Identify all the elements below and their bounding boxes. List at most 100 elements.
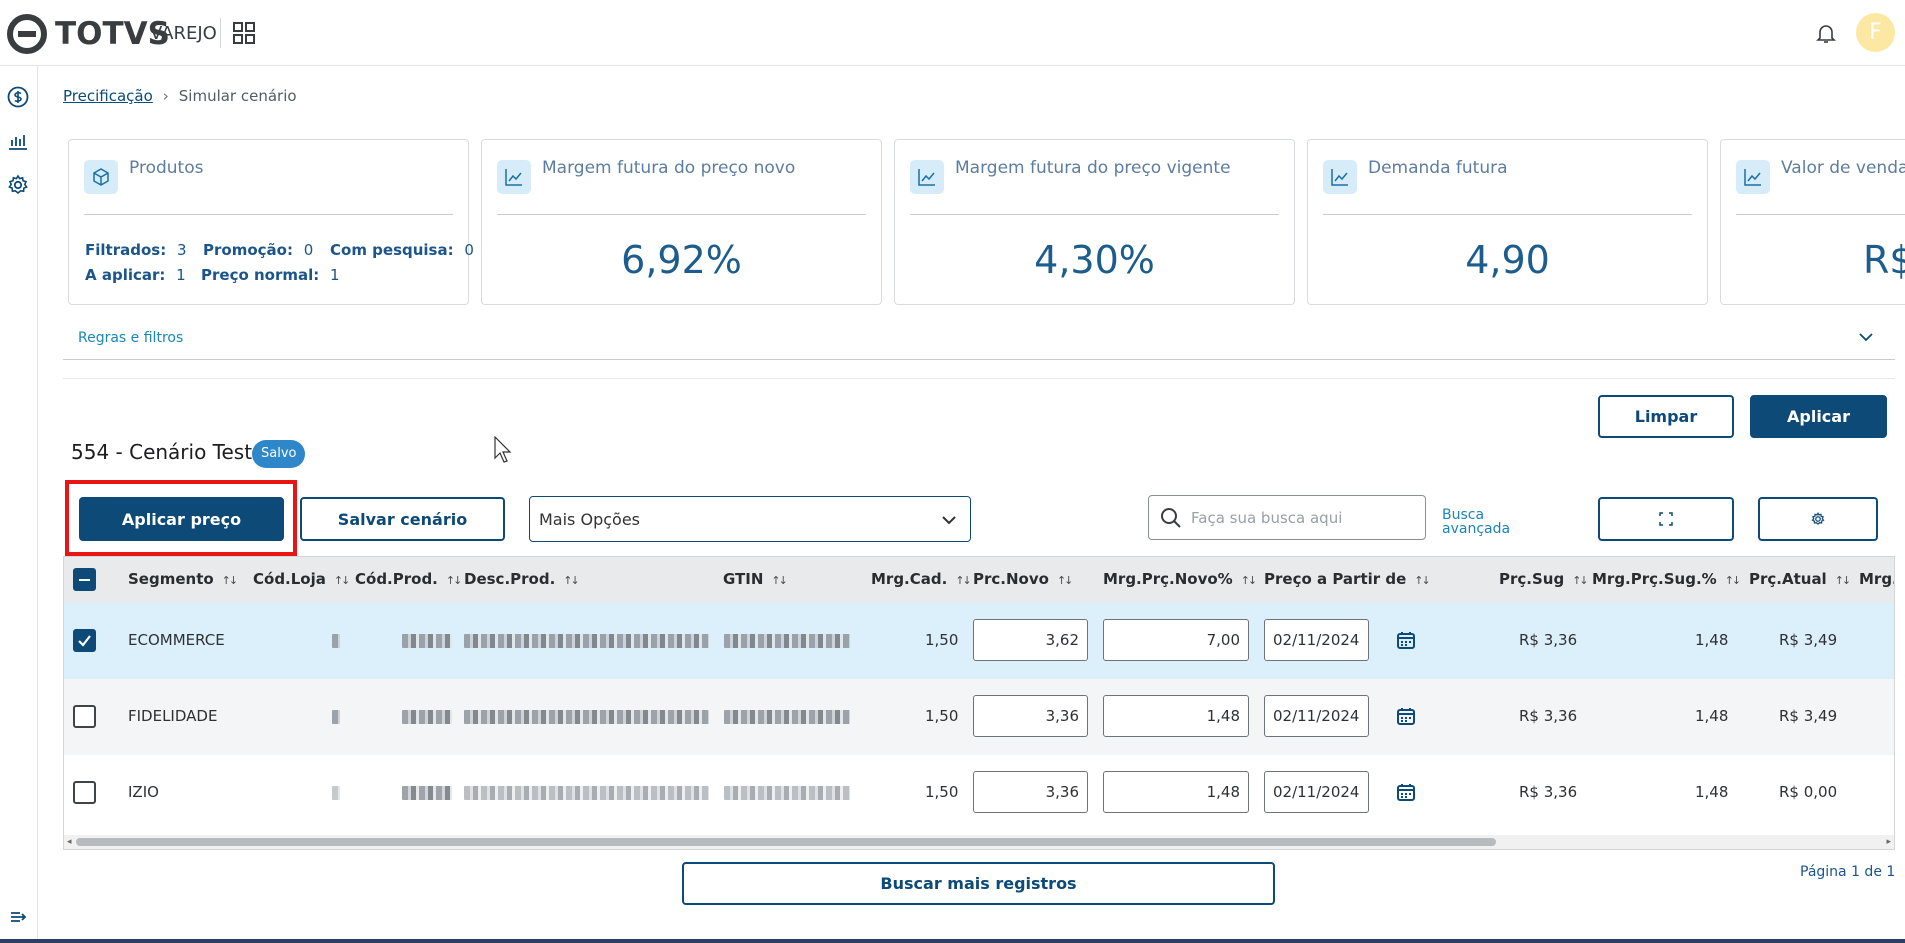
- cell-product-redacted: [402, 710, 452, 724]
- rules-divider: [63, 359, 1895, 360]
- scroll-right-arrow-icon[interactable]: ▸: [1886, 837, 1891, 847]
- card-demand-value: 4,90: [1465, 238, 1550, 282]
- col-prc-sug[interactable]: Prç.Sug ↑↓: [1499, 570, 1589, 588]
- settings-gear-icon[interactable]: [7, 174, 29, 196]
- brand-subtitle: VAREJO: [150, 23, 217, 44]
- chevron-down-icon: [942, 516, 956, 525]
- cell-mrg-cad: 1,50: [925, 707, 959, 725]
- row-checkbox[interactable]: [73, 705, 96, 728]
- search-input[interactable]: [1191, 504, 1417, 532]
- cell-mrg-sug: 1,48: [1695, 631, 1729, 649]
- col-prc-new[interactable]: Prc.Novo ↑↓: [973, 570, 1073, 588]
- sidebar: [0, 66, 38, 943]
- table-row[interactable]: FIDELIDADE 1,50 3,36 1,48 02/11/2024 R$ …: [64, 679, 1894, 755]
- table-header: Segmento ↑↓ Cód.Loja ↑↓ Cód.Prod. ↑↓ Desc.P…: [64, 557, 1894, 603]
- chevron-down-icon[interactable]: [1857, 328, 1875, 346]
- card-margin-current: Margem futura do preço vigente 4,30%: [894, 139, 1295, 305]
- apps-grid-icon[interactable]: [233, 22, 255, 44]
- col-mrg-sug[interactable]: Mrg.Prç.Sug.% ↑↓: [1592, 570, 1741, 588]
- mrg-new-input[interactable]: 7,00: [1103, 619, 1249, 661]
- save-scenario-button[interactable]: Salvar cenário: [300, 497, 505, 541]
- calendar-icon[interactable]: [1396, 630, 1416, 650]
- card-divider: [1323, 214, 1692, 215]
- cell-desc-redacted: [464, 786, 709, 800]
- apply-button[interactable]: Aplicar: [1750, 395, 1887, 438]
- breadcrumb: Precificação › Simular cenário: [63, 86, 297, 106]
- table-settings-button[interactable]: [1758, 497, 1878, 541]
- scrollbar-thumb[interactable]: [76, 838, 1496, 846]
- box-icon: [84, 160, 118, 194]
- cell-product-redacted: [402, 634, 452, 648]
- col-mrg-cut[interactable]: Mrg.I: [1859, 570, 1894, 588]
- table-row[interactable]: ECOMMERCE 1,50 3,62 7,00 02/11/2024 R$ 3…: [64, 603, 1894, 679]
- row-checkbox[interactable]: [73, 629, 96, 652]
- horizontal-scrollbar[interactable]: ◂ ▸: [64, 835, 1894, 849]
- cell-store-redacted: [332, 786, 340, 800]
- prc-new-input[interactable]: 3,36: [973, 695, 1088, 737]
- calendar-icon[interactable]: [1396, 706, 1416, 726]
- row-checkbox[interactable]: [73, 781, 96, 804]
- load-more-button[interactable]: Buscar mais registros: [682, 862, 1275, 905]
- cell-segment: FIDELIDADE: [128, 707, 218, 725]
- fullscreen-button[interactable]: [1598, 497, 1734, 541]
- trend-chart-icon: [1323, 160, 1357, 194]
- col-mrg-new[interactable]: Mrg.Prç.Novo% ↑↓: [1103, 570, 1257, 588]
- cell-segment: ECOMMERCE: [128, 631, 225, 649]
- stat-to-apply: A aplicar: 1: [85, 266, 186, 284]
- cell-gtin-redacted: [724, 786, 850, 800]
- more-options-value: Mais Opções: [539, 510, 640, 529]
- section-divider: [63, 378, 1895, 379]
- stat-research: Com pesquisa: 0: [330, 241, 474, 259]
- rules-filters-toggle[interactable]: Regras e filtros: [78, 330, 183, 346]
- col-mrg-cad[interactable]: Mrg.Cad. ↑↓: [871, 570, 972, 588]
- stat-normal-price: Preço normal: 1: [201, 266, 340, 284]
- date-input[interactable]: 02/11/2024: [1264, 619, 1369, 661]
- user-avatar[interactable]: F: [1856, 13, 1895, 52]
- col-product[interactable]: Cód.Prod. ↑↓: [355, 570, 462, 588]
- breadcrumb-chevron-icon: ›: [162, 87, 169, 105]
- card-divider: [84, 214, 453, 215]
- mrg-new-input[interactable]: 1,48: [1103, 771, 1249, 813]
- col-store[interactable]: Cód.Loja ↑↓: [253, 570, 350, 588]
- col-prc-cur[interactable]: Prç.Atual ↑↓: [1749, 570, 1851, 588]
- mrg-new-input[interactable]: 1,48: [1103, 695, 1249, 737]
- mouse-cursor-icon: [494, 436, 512, 463]
- bottom-bar: [0, 939, 1905, 943]
- calendar-icon[interactable]: [1396, 782, 1416, 802]
- prc-new-input[interactable]: 3,62: [973, 619, 1088, 661]
- card-products: Produtos Filtrados: 3 Promoção: 0 Com pe…: [68, 139, 474, 305]
- card-sales-title: Valor de venda: [1781, 158, 1905, 178]
- cell-mrg-cad: 1,50: [925, 631, 959, 649]
- advanced-search-link[interactable]: Busca avançada: [1442, 508, 1532, 536]
- stat-promo: Promoção: 0: [203, 241, 314, 259]
- scroll-left-arrow-icon[interactable]: ◂: [67, 837, 72, 847]
- app-header: TOTVS VAREJO F: [0, 0, 1905, 66]
- date-input[interactable]: 02/11/2024: [1264, 695, 1369, 737]
- totvs-logo-icon[interactable]: [7, 14, 47, 54]
- breadcrumb-pricing-link[interactable]: Precificação: [63, 87, 153, 105]
- trend-chart-icon: [1736, 160, 1770, 194]
- search-icon: [1161, 508, 1181, 528]
- cell-prc-cur: R$ 3,49: [1779, 707, 1838, 725]
- apply-price-button[interactable]: Aplicar preço: [79, 497, 284, 541]
- table-row[interactable]: IZIO 1,50 3,36 1,48 02/11/2024 R$ 3,36 1…: [64, 755, 1894, 831]
- card-divider: [910, 214, 1279, 215]
- col-gtin[interactable]: GTIN ↑↓: [723, 570, 788, 588]
- date-input[interactable]: 02/11/2024: [1264, 771, 1369, 813]
- cell-desc-redacted: [464, 634, 709, 648]
- clear-button[interactable]: Limpar: [1598, 395, 1734, 438]
- card-demand: Demanda futura 4,90: [1307, 139, 1708, 305]
- pricing-dollar-icon[interactable]: [7, 86, 29, 108]
- select-all-checkbox[interactable]: [73, 568, 96, 591]
- col-segment[interactable]: Segmento ↑↓: [128, 570, 238, 588]
- prc-new-input[interactable]: 3,36: [973, 771, 1088, 813]
- gear-icon: [1811, 512, 1825, 525]
- more-options-select[interactable]: Mais Opções: [529, 496, 971, 542]
- reports-chart-icon[interactable]: [7, 130, 29, 152]
- cell-store-redacted: [332, 710, 340, 724]
- notification-bell-icon[interactable]: [1814, 21, 1838, 45]
- col-price-from[interactable]: Preço a Partir de ↑↓: [1264, 570, 1431, 588]
- cell-prc-cur: R$ 3,49: [1779, 631, 1838, 649]
- col-desc[interactable]: Desc.Prod. ↑↓: [464, 570, 580, 588]
- expand-sidebar-icon[interactable]: [9, 907, 29, 927]
